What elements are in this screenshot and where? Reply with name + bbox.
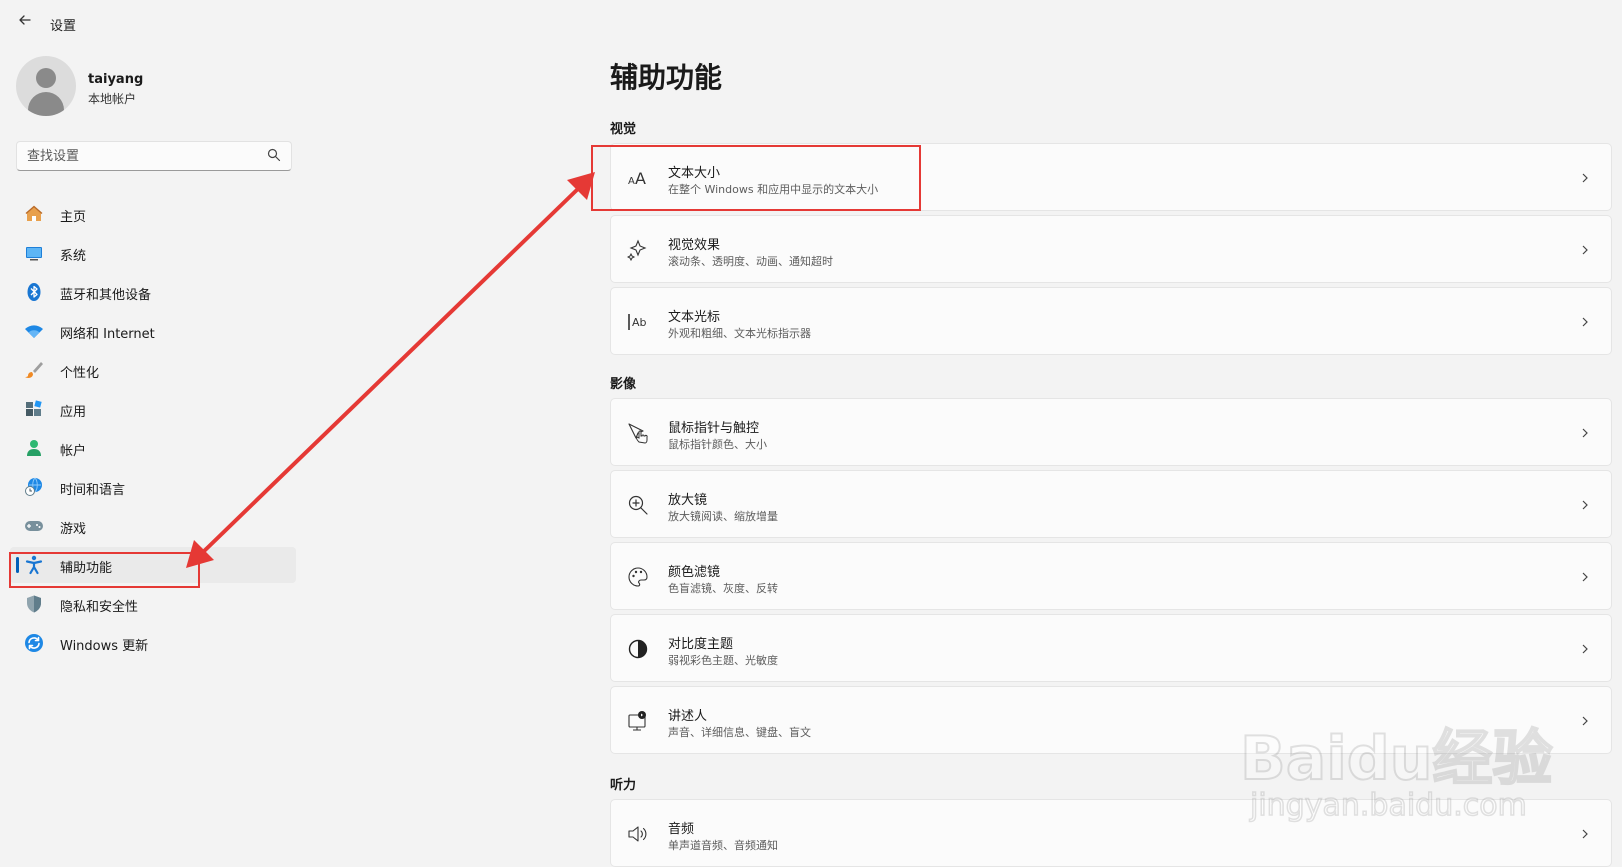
card-title: 颜色滤镜 [668,565,721,580]
card-title: 视觉效果 [668,238,721,253]
sidebar-item-label: 隐私和安全性 [60,600,139,615]
pointer-touch-icon [628,423,648,444]
chevron-right-icon [1582,428,1588,438]
card-color-filters[interactable]: 颜色滤镜 色盲滤镜、灰度、反转 [610,542,1612,610]
update-icon [25,634,43,652]
card-title: 对比度主题 [668,637,734,652]
speaker-icon [628,826,647,842]
chevron-right-icon [1582,644,1588,654]
sidebar-item-label: 系统 [60,249,87,264]
card-text-cursor[interactable]: Ab 文本光标 外观和粗细、文本光标指示器 [610,287,1612,355]
globe-clock-icon [25,477,42,496]
annotation-box-text-size [591,145,921,211]
chevron-right-icon [1582,716,1588,726]
card-subtitle: 外观和粗细、文本光标指示器 [668,327,811,340]
search-icon[interactable] [267,148,281,162]
account-icon [27,440,41,456]
sidebar-item-label: 时间和语言 [60,483,126,498]
card-subtitle: 声音、详细信息、键盘、盲文 [668,726,811,739]
sidebar-item-home[interactable]: 主页 [10,196,296,232]
card-title: 音频 [668,822,695,837]
apps-icon [26,400,42,416]
section-header-vision: 视觉 [610,122,637,137]
card-subtitle: 单声道音频、音频通知 [668,839,778,852]
contrast-icon [628,639,648,659]
sidebar-item-label: Windows 更新 [60,639,149,654]
sidebar-item-label: 个性化 [60,366,100,381]
card-subtitle: 滚动条、透明度、动画、通知超时 [668,255,833,268]
card-title: 放大镜 [668,493,708,508]
sidebar-item-label: 网络和 Internet [60,327,155,342]
sidebar-item-gaming[interactable]: 游戏 [10,508,296,544]
card-title: 讲述人 [668,709,708,724]
sidebar-item-apps[interactable]: 应用 [10,391,296,427]
bluetooth-icon [27,283,41,301]
chevron-right-icon [1582,173,1588,183]
magnifier-icon [628,495,648,515]
sidebar-item-label: 蓝牙和其他设备 [60,288,152,303]
section-header-imaging: 影像 [610,377,637,392]
sidebar-item-personalization[interactable]: 个性化 [10,352,296,388]
section-header-hearing: 听力 [610,778,637,793]
chevron-right-icon [1582,317,1588,327]
annotation-box-accessibility [9,552,200,588]
home-icon [25,205,43,221]
sidebar-item-label: 游戏 [60,522,87,537]
title-bar: 设置 [0,0,1622,46]
page-title: 辅助功能 [610,61,723,94]
system-display-icon [26,247,42,261]
card-subtitle: 鼠标指针颜色、大小 [668,438,767,451]
sidebar-item-privacy[interactable]: 隐私和安全性 [10,586,296,622]
shield-icon [27,595,41,613]
chevron-right-icon [1582,829,1588,839]
sidebar-item-network[interactable]: 网络和 Internet [10,313,296,349]
chevron-right-icon [1582,500,1588,510]
sparkle-icon [627,239,647,261]
gamepad-icon [25,521,43,531]
wifi-icon [25,325,43,338]
sidebar-item-system[interactable]: 系统 [10,235,296,271]
card-visual-effects[interactable]: 视觉效果 滚动条、透明度、动画、通知超时 [610,215,1612,283]
watermark-text: Baidu经验 [1239,723,1553,795]
sidebar-item-label: 主页 [60,210,87,225]
chevron-right-icon [1582,572,1588,582]
account-type: 本地帐户 [88,92,137,106]
card-mouse-pointer-touch[interactable]: 鼠标指针与触控 鼠标指针颜色、大小 [610,398,1612,466]
text-cursor-icon: Ab [628,314,647,330]
watermark-url: jingyan.baidu.com [1249,787,1527,824]
baidu-watermark-logo: Baidu经验 jingyan.baidu.com [1239,700,1580,830]
sidebar-item-accounts[interactable]: 帐户 [10,430,296,466]
card-magnifier[interactable]: 放大镜 放大镜阅读、缩放增量 [610,470,1612,538]
sidebar-item-time-language[interactable]: 时间和语言 [10,469,296,505]
card-subtitle: 色盲滤镜、灰度、反转 [668,582,778,595]
search-input[interactable] [17,142,277,170]
card-subtitle: 弱视彩色主题、光敏度 [668,654,778,667]
user-avatar-icon[interactable] [16,56,76,116]
card-subtitle: 放大镜阅读、缩放增量 [668,510,778,523]
user-name: taiyang [88,72,144,87]
search-box[interactable] [16,141,292,171]
narrator-icon [628,711,646,731]
card-contrast-themes[interactable]: 对比度主题 弱视彩色主题、光敏度 [610,614,1612,682]
palette-icon [628,567,648,587]
svg-text:Ab: Ab [632,316,647,329]
card-title: 鼠标指针与触控 [668,421,760,436]
card-title: 文本光标 [668,310,721,325]
app-title: 设置 [50,19,77,34]
chevron-right-icon [1582,245,1588,255]
sidebar-item-windows-update[interactable]: Windows 更新 [10,625,296,661]
sidebar-item-label: 应用 [60,405,87,420]
paintbrush-icon [25,362,43,378]
back-arrow-icon[interactable] [14,12,36,34]
sidebar-item-bluetooth[interactable]: 蓝牙和其他设备 [10,274,296,310]
sidebar-item-label: 帐户 [60,444,87,459]
